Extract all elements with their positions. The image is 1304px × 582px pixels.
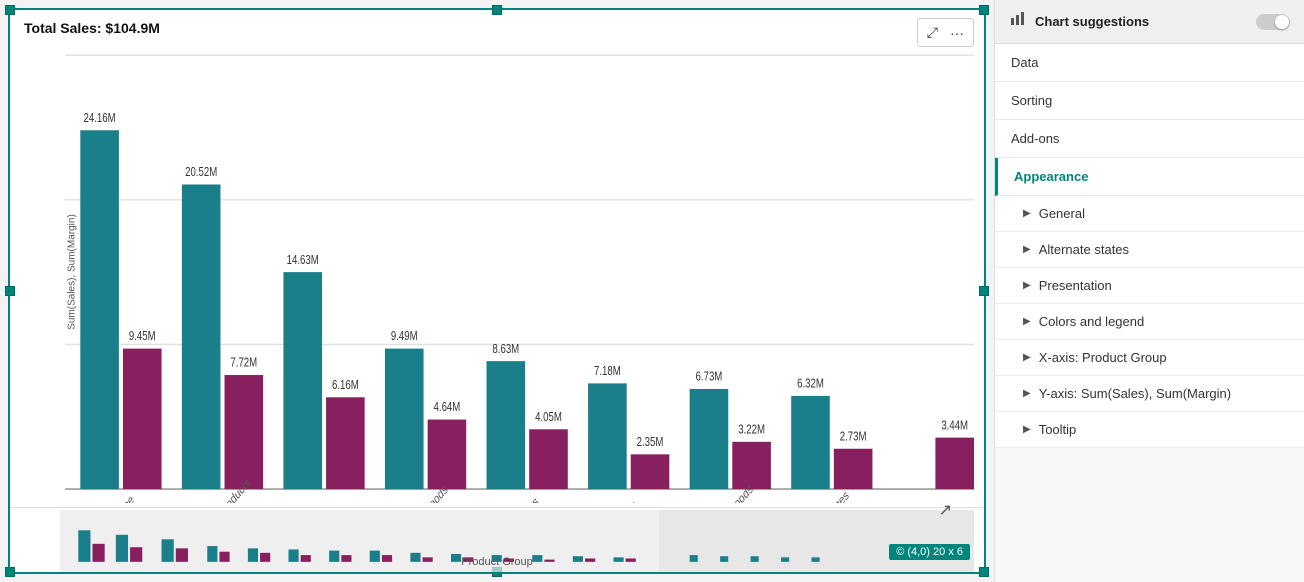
svg-text:9.45M: 9.45M — [129, 330, 156, 344]
accordion-y-axis-label: Y-axis: Sum(Sales), Sum(Margin) — [1039, 386, 1231, 401]
bar-canned-sales[interactable] — [182, 184, 221, 489]
accordion-y-axis-arrow: ▶ — [1023, 388, 1031, 399]
svg-text:6.73M: 6.73M — [696, 370, 723, 384]
mini-chart: Product Group — [10, 507, 984, 572]
nav-sorting-label: Sorting — [1011, 93, 1052, 108]
bar-chart-svg: 30M 20M 10M 0 24.16M 9.45M Produce 20.52… — [60, 44, 974, 503]
accordion-alt-states-arrow: ▶ — [1023, 244, 1031, 255]
accordion-presentation[interactable]: ▶ Presentation — [995, 268, 1304, 304]
svg-text:3.22M: 3.22M — [738, 423, 765, 437]
accordion-general[interactable]: ▶ General — [995, 196, 1304, 232]
chart-icon — [1009, 10, 1027, 33]
accordion-y-axis[interactable]: ▶ Y-axis: Sum(Sales), Sum(Margin) — [995, 376, 1304, 412]
svg-text:4.05M: 4.05M — [535, 411, 562, 425]
chart-suggestions-toggle[interactable] — [1256, 14, 1290, 30]
bar-frozen-margin[interactable] — [428, 420, 467, 490]
chart-container: ⤢ ··· Total Sales: $104.9M Sum(Sales), S… — [8, 8, 986, 574]
svg-text:Beverages: Beverages — [809, 489, 851, 503]
svg-text:9.49M: 9.49M — [391, 330, 418, 344]
panel-header-left: Chart suggestions — [1009, 10, 1149, 33]
svg-text:4.64M: 4.64M — [434, 401, 461, 415]
x-axis-label: Product Group — [461, 556, 533, 568]
bar-last-margin[interactable] — [935, 438, 974, 489]
accordion-general-label: General — [1039, 206, 1085, 221]
accordion-presentation-arrow: ▶ — [1023, 280, 1031, 291]
bar-baking-sales[interactable] — [690, 389, 729, 489]
panel-header-title: Chart suggestions — [1035, 14, 1149, 29]
handle-top-right[interactable] — [979, 5, 989, 15]
accordion-tooltip-label: Tooltip — [1039, 422, 1077, 437]
svg-text:2.35M: 2.35M — [637, 436, 664, 450]
svg-text:14.63M: 14.63M — [287, 253, 319, 267]
svg-text:6.32M: 6.32M — [797, 377, 824, 391]
svg-text:Deli: Deli — [313, 502, 332, 503]
status-bar: © (4,0) 20 x 6 — [889, 544, 970, 560]
bar-produce-sales[interactable] — [80, 130, 119, 489]
svg-text:2.73M: 2.73M — [840, 430, 867, 444]
bar-beverages-sales[interactable] — [791, 396, 830, 489]
accordion-colors-legend-arrow: ▶ — [1023, 316, 1031, 327]
svg-text:Dairy: Dairy — [615, 499, 639, 503]
handle-top-center[interactable] — [492, 5, 502, 15]
svg-text:7.72M: 7.72M — [230, 356, 257, 370]
chart-main: Sum(Sales), Sum(Margin) 30M 20M 10M 0 24… — [10, 36, 984, 507]
svg-text:7.18M: 7.18M — [594, 365, 621, 379]
bar-frozen-sales[interactable] — [385, 349, 424, 489]
bar-deli-margin[interactable] — [326, 397, 365, 489]
nav-item-data[interactable]: Data — [995, 44, 1304, 82]
bar-beverages-margin[interactable] — [834, 449, 873, 489]
chart-toolbar: ⤢ ··· — [917, 18, 974, 47]
bar-dairy-margin[interactable] — [631, 454, 670, 489]
svg-text:20.52M: 20.52M — [185, 166, 217, 180]
svg-text:Produce: Produce — [102, 493, 136, 503]
bar-deli-sales[interactable] — [283, 272, 322, 489]
handle-top-left[interactable] — [5, 5, 15, 15]
y-axis-label: Sum(Sales), Sum(Margin) — [66, 214, 77, 330]
svg-text:Snacks: Snacks — [510, 495, 541, 503]
svg-text:24.16M: 24.16M — [84, 112, 116, 126]
accordion-presentation-label: Presentation — [1039, 278, 1112, 293]
right-panel: Chart suggestions Data Sorting Add-ons A… — [994, 0, 1304, 582]
accordion-x-axis-label: X-axis: Product Group — [1039, 350, 1167, 365]
accordion-colors-legend[interactable]: ▶ Colors and legend — [995, 304, 1304, 340]
accordion-colors-legend-label: Colors and legend — [1039, 314, 1145, 329]
chart-area: ⤢ ··· Total Sales: $104.9M Sum(Sales), S… — [0, 0, 994, 582]
more-button[interactable]: ··· — [946, 23, 968, 43]
bar-dairy-sales[interactable] — [588, 383, 627, 489]
expand-button[interactable]: ⤢ — [923, 22, 942, 43]
accordion-general-arrow: ▶ — [1023, 208, 1031, 219]
bar-snacks-margin[interactable] — [529, 429, 568, 489]
nav-data-label: Data — [1011, 55, 1038, 70]
accordion-alt-states[interactable]: ▶ Alternate states — [995, 232, 1304, 268]
accordion-tooltip[interactable]: ▶ Tooltip — [995, 412, 1304, 448]
accordion-tooltip-arrow: ▶ — [1023, 424, 1031, 435]
bar-canned-margin[interactable] — [225, 375, 264, 489]
panel-header: Chart suggestions — [995, 0, 1304, 44]
nav-addons-label: Add-ons — [1011, 131, 1059, 146]
svg-text:8.63M: 8.63M — [492, 343, 519, 357]
bar-baking-margin[interactable] — [732, 442, 771, 489]
svg-text:3.44M: 3.44M — [941, 419, 968, 433]
accordion-alt-states-label: Alternate states — [1039, 242, 1129, 257]
nav-item-appearance[interactable]: Appearance — [995, 158, 1304, 196]
bar-snacks-sales[interactable] — [487, 361, 526, 489]
bar-produce-margin[interactable] — [123, 349, 162, 489]
accordion-x-axis[interactable]: ▶ X-axis: Product Group — [995, 340, 1304, 376]
nav-item-addons[interactable]: Add-ons — [995, 120, 1304, 158]
svg-text:6.16M: 6.16M — [332, 379, 359, 393]
accordion-x-axis-arrow: ▶ — [1023, 352, 1031, 363]
nav-appearance-label: Appearance — [1014, 169, 1088, 184]
nav-item-sorting[interactable]: Sorting — [995, 82, 1304, 120]
